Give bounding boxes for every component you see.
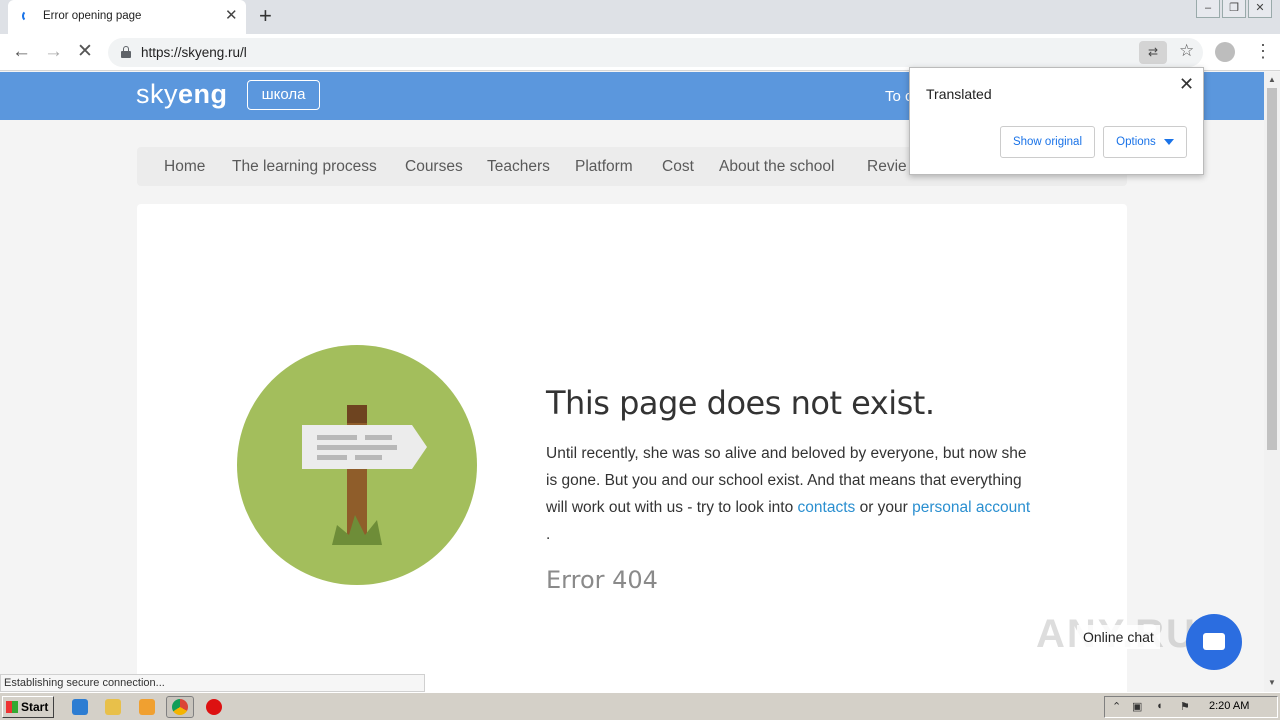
error-code: Error 404 bbox=[546, 566, 658, 594]
show-original-button[interactable]: Show original bbox=[1000, 126, 1095, 158]
signpost-illustration bbox=[237, 345, 477, 585]
error-card: This page does not exist. Until recently… bbox=[137, 204, 1127, 692]
stop-icon[interactable]: ✕ bbox=[77, 41, 93, 63]
school-badge[interactable]: школа bbox=[247, 80, 320, 110]
error-description: Until recently, she was so alive and bel… bbox=[546, 445, 1031, 543]
back-arrow-icon[interactable]: ← bbox=[12, 41, 31, 63]
nav-learning-process[interactable]: The learning process bbox=[232, 158, 377, 176]
address-bar[interactable]: https://skyeng.ru/l ⇄ ☆ bbox=[108, 38, 1203, 67]
nav-reviews[interactable]: Revie bbox=[867, 158, 907, 176]
popup-title: Translated bbox=[926, 86, 992, 102]
chat-button[interactable] bbox=[1186, 614, 1242, 670]
chrome-icon bbox=[172, 699, 188, 715]
window-controls: – ❐ ✕ bbox=[1196, 0, 1272, 18]
skyeng-logo[interactable]: skyeng bbox=[136, 79, 228, 110]
window-close-icon[interactable]: ✕ bbox=[1248, 0, 1272, 18]
profile-icon[interactable] bbox=[1215, 42, 1235, 62]
nav-teachers[interactable]: Teachers bbox=[487, 158, 550, 176]
chevron-down-icon bbox=[1163, 138, 1174, 145]
translate-popup: Translated ✕ Show original Options bbox=[909, 67, 1204, 175]
page-title: This page does not exist. bbox=[546, 384, 935, 422]
nav-home[interactable]: Home bbox=[164, 158, 205, 176]
online-chat-label[interactable]: Online chat bbox=[1077, 625, 1160, 649]
menu-kebab-icon[interactable]: ⋮ bbox=[1254, 40, 1272, 62]
star-icon[interactable]: ☆ bbox=[1179, 41, 1194, 61]
scroll-up-icon[interactable]: ▲ bbox=[1268, 75, 1276, 84]
network-icon[interactable]: ▣ bbox=[1132, 700, 1142, 713]
nav-courses[interactable]: Courses bbox=[405, 158, 463, 176]
ie-icon[interactable] bbox=[72, 699, 88, 715]
tab-strip: Error opening page ✕ + – ❐ ✕ bbox=[0, 0, 1280, 34]
clock[interactable]: 2:20 AM bbox=[1209, 700, 1249, 712]
forward-arrow-icon[interactable]: → bbox=[44, 41, 63, 63]
tab-title: Error opening page bbox=[43, 10, 142, 22]
volume-icon[interactable]: ◖ bbox=[1156, 700, 1163, 712]
options-button[interactable]: Options bbox=[1103, 126, 1187, 158]
taskbar: Start ⌃ ▣ ◖ ⚑ 2:20 AM bbox=[0, 692, 1280, 720]
lock-icon bbox=[121, 46, 131, 58]
status-bar: Establishing secure connection... bbox=[0, 674, 425, 692]
scroll-down-icon[interactable]: ▼ bbox=[1268, 678, 1276, 687]
new-tab-icon[interactable]: + bbox=[259, 4, 272, 28]
restore-icon[interactable]: ❐ bbox=[1222, 0, 1246, 18]
browser-tab[interactable]: Error opening page ✕ bbox=[8, 0, 246, 34]
opera-icon[interactable] bbox=[206, 699, 222, 715]
browser-toolbar: ← → ✕ https://skyeng.ru/l ⇄ ☆ ⋮ bbox=[0, 34, 1280, 71]
popup-close-icon[interactable]: ✕ bbox=[1179, 74, 1194, 95]
minimize-icon[interactable]: – bbox=[1196, 0, 1220, 18]
chat-bubble-icon bbox=[1203, 633, 1225, 650]
flag-icon[interactable]: ⚑ bbox=[1180, 700, 1190, 713]
translate-icon[interactable]: ⇄ bbox=[1139, 41, 1167, 64]
personal-account-link[interactable]: personal account bbox=[912, 499, 1030, 516]
media-player-icon[interactable] bbox=[139, 699, 155, 715]
nav-cost[interactable]: Cost bbox=[662, 158, 694, 176]
tray-expand-icon[interactable]: ⌃ bbox=[1112, 700, 1121, 713]
windows-logo-icon bbox=[6, 701, 18, 713]
nav-platform[interactable]: Platform bbox=[575, 158, 633, 176]
url-text[interactable]: https://skyeng.ru/l bbox=[141, 45, 247, 60]
start-button[interactable]: Start bbox=[2, 696, 54, 718]
folder-icon[interactable] bbox=[105, 699, 121, 715]
tab-close-icon[interactable]: ✕ bbox=[225, 8, 238, 24]
page-scrollbar[interactable]: ▲ ▼ bbox=[1264, 72, 1280, 692]
scroll-thumb[interactable] bbox=[1267, 88, 1277, 450]
contacts-link[interactable]: contacts bbox=[798, 499, 856, 516]
system-tray: ⌃ ▣ ◖ ⚑ 2:20 AM bbox=[1104, 696, 1278, 718]
nav-about-school[interactable]: About the school bbox=[719, 158, 834, 176]
loading-spinner-icon bbox=[22, 10, 34, 22]
